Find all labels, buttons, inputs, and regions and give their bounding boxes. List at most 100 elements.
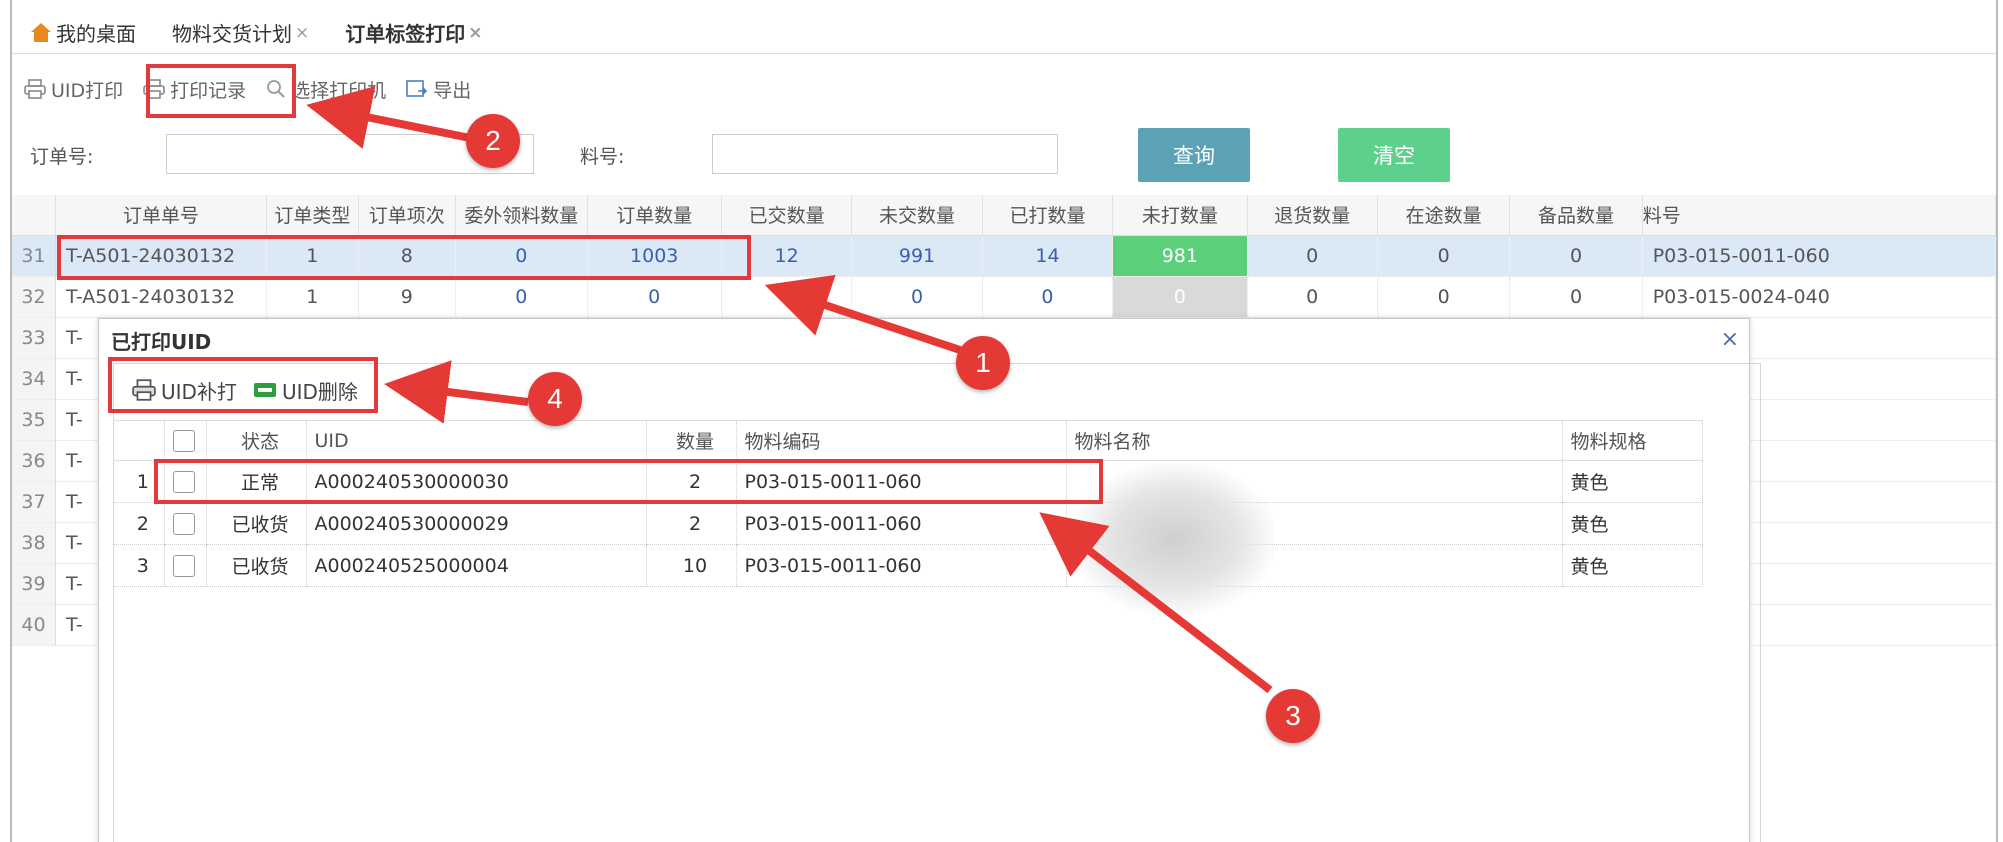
- dialog-title: 已打印UID: [111, 329, 212, 354]
- grid-cell-outsource: 0: [455, 276, 588, 318]
- tab-material-delivery-plan[interactable]: 物料交货计划 ×: [154, 12, 327, 54]
- header-material-code: 物料编码: [736, 420, 1067, 461]
- grid-cell-part: P03-015-0011-060: [1642, 235, 1997, 277]
- uid-cell-status: 已收货: [206, 502, 307, 545]
- tab-bar: 我的桌面 物料交货计划 × 订单标签打印 ×: [12, 12, 1996, 54]
- grid-header-cell: [12, 195, 56, 236]
- annotation-badge-3: 3: [1266, 689, 1320, 743]
- part-number-input[interactable]: [712, 134, 1058, 174]
- grid-header-cell: 已交数量: [721, 195, 853, 236]
- grid-cell-printed: 14: [982, 235, 1114, 277]
- highlight-box-dialog-toolbar: [108, 357, 378, 413]
- header-select-all: [164, 420, 207, 461]
- tab-material-delivery-plan-label: 物料交货计划: [172, 22, 292, 46]
- grid-header-cell: 未交数量: [851, 195, 983, 236]
- header-uid: UID: [306, 420, 647, 461]
- uid-cell-spec: 黄色: [1562, 544, 1703, 587]
- grid-row[interactable]: 32 T-A501-24030132 1 9 0 0 0 0 0 0 0 0 P03-015-0024-…: [12, 276, 1997, 318]
- grid-cell-type: 1: [266, 276, 359, 318]
- select-all-checkbox[interactable]: [172, 429, 195, 452]
- uid-cell-code: P03-015-0011-060: [736, 544, 1067, 587]
- grid-header-cell: 订单类型: [266, 195, 359, 236]
- uid-cell-spec: 黄色: [1562, 460, 1703, 503]
- grid-cell-rn: 38: [12, 522, 56, 564]
- grid-cell-rn: 36: [12, 440, 56, 482]
- grid-header-cell: 已打数量: [982, 195, 1114, 236]
- uid-print-button[interactable]: UID打印: [14, 68, 133, 110]
- annotation-badge-2: 2: [466, 114, 520, 168]
- grid-cell-printed: 0: [982, 276, 1114, 318]
- search-bar: 订单号: 料号: 查询 清空: [14, 128, 1994, 182]
- row-checkbox[interactable]: [172, 512, 195, 535]
- grid-header-cell: 订单单号: [55, 195, 268, 236]
- grid-cell-undelivered: 0: [851, 276, 983, 318]
- grid-header-cell: 委外领料数量: [455, 195, 588, 236]
- tab-close-icon[interactable]: ×: [468, 23, 482, 43]
- grid-cell-rn: 35: [12, 399, 56, 441]
- printer-icon: [24, 79, 46, 99]
- grid-cell-spare: 0: [1509, 276, 1643, 318]
- select-printer-label: 选择打印机: [291, 79, 387, 102]
- grid-header-cell: 在途数量: [1377, 195, 1511, 236]
- tab-order-label-print-label: 订单标签打印: [345, 22, 466, 46]
- header-qty: 数量: [646, 420, 737, 461]
- grid-cell-rn: 34: [12, 358, 56, 400]
- uid-print-label: UID打印: [51, 79, 124, 102]
- query-button[interactable]: 查询: [1138, 128, 1250, 182]
- grid-cell-returned: 0: [1247, 235, 1378, 277]
- grid-cell-rn: 37: [12, 481, 56, 523]
- grid-cell-rn: 40: [12, 604, 56, 646]
- row-checkbox[interactable]: [172, 554, 195, 577]
- tab-close-icon[interactable]: ×: [295, 23, 309, 43]
- grid-cell-returned: 0: [1247, 276, 1378, 318]
- uid-cell-select: [164, 502, 207, 545]
- uid-cell-status: 已收货: [206, 544, 307, 587]
- tab-desktop-label: 我的桌面: [56, 22, 136, 46]
- grid-cell-transit: 0: [1377, 276, 1511, 318]
- export-button[interactable]: 导出: [396, 68, 481, 110]
- export-label: 导出: [433, 79, 472, 102]
- grid-cell-undelivered: 991: [851, 235, 983, 277]
- close-icon[interactable]: ×: [1721, 327, 1739, 352]
- clear-button[interactable]: 清空: [1338, 128, 1450, 182]
- header-status: 状态: [206, 420, 307, 461]
- grid-header-cell: 备品数量: [1509, 195, 1643, 236]
- uid-row[interactable]: 3 已收货 A000240525000004 10 P03-015-0011-060 黄色: [114, 544, 1703, 587]
- grid-header-cell: 未打数量: [1112, 195, 1248, 236]
- dialog-body: UID补打 UID删除 状态 UID 数量 物料编码 物料名称 物料规格 1 正…: [113, 363, 1761, 842]
- header-material-name: 物料名称: [1066, 420, 1563, 461]
- highlight-box-print-records: [146, 64, 296, 118]
- home-icon: [30, 22, 52, 43]
- grid-cell-rn: 33: [12, 317, 56, 359]
- uid-cell-no: 2: [114, 502, 165, 545]
- grid-header-cell: 退货数量: [1247, 195, 1378, 236]
- grid-header-row: 订单单号 订单类型 订单项次 委外领料数量 订单数量 已交数量 未交数量 已打数量 未打数量 退货…: [12, 195, 1997, 236]
- uid-row[interactable]: 2 已收货 A000240530000029 2 P03-015-0011-060 黄色: [114, 502, 1703, 545]
- uid-cell-spec: 黄色: [1562, 502, 1703, 545]
- uid-cell-qty: 10: [646, 544, 737, 587]
- grid-cell-spare: 0: [1509, 235, 1643, 277]
- grid-cell-order: T-A501-24030132: [55, 276, 268, 318]
- grid-cell-unprinted: 0: [1112, 276, 1248, 318]
- grid-cell-transit: 0: [1377, 235, 1511, 277]
- grid-cell-unprinted: 981: [1112, 235, 1248, 277]
- uid-cell-select: [164, 544, 207, 587]
- part-number-label: 料号:: [580, 146, 625, 168]
- uid-cell-uid: A000240530000029: [306, 502, 647, 545]
- uid-cell-no: 3: [114, 544, 165, 587]
- grid-cell-qty: 0: [587, 276, 722, 318]
- grid-header-cell: 订单数量: [587, 195, 722, 236]
- uid-cell-code: P03-015-0011-060: [736, 502, 1067, 545]
- grid-header-cell: 订单项次: [358, 195, 457, 236]
- header-rownum: [114, 420, 165, 461]
- header-material-spec: 物料规格: [1562, 420, 1703, 461]
- tab-desktop[interactable]: 我的桌面: [12, 12, 154, 54]
- tab-order-label-print[interactable]: 订单标签打印 ×: [327, 12, 500, 54]
- grid-cell-part: P03-015-0024-040: [1642, 276, 1997, 318]
- grid-cell-delivered: [721, 276, 853, 318]
- grid-cell-rn: 39: [12, 563, 56, 605]
- blurred-material-name: [1074, 464, 1274, 614]
- grid-header-cell: 料号: [1642, 195, 1997, 236]
- grid-cell-item: 9: [358, 276, 457, 318]
- uid-table-header: 状态 UID 数量 物料编码 物料名称 物料规格: [114, 420, 1703, 461]
